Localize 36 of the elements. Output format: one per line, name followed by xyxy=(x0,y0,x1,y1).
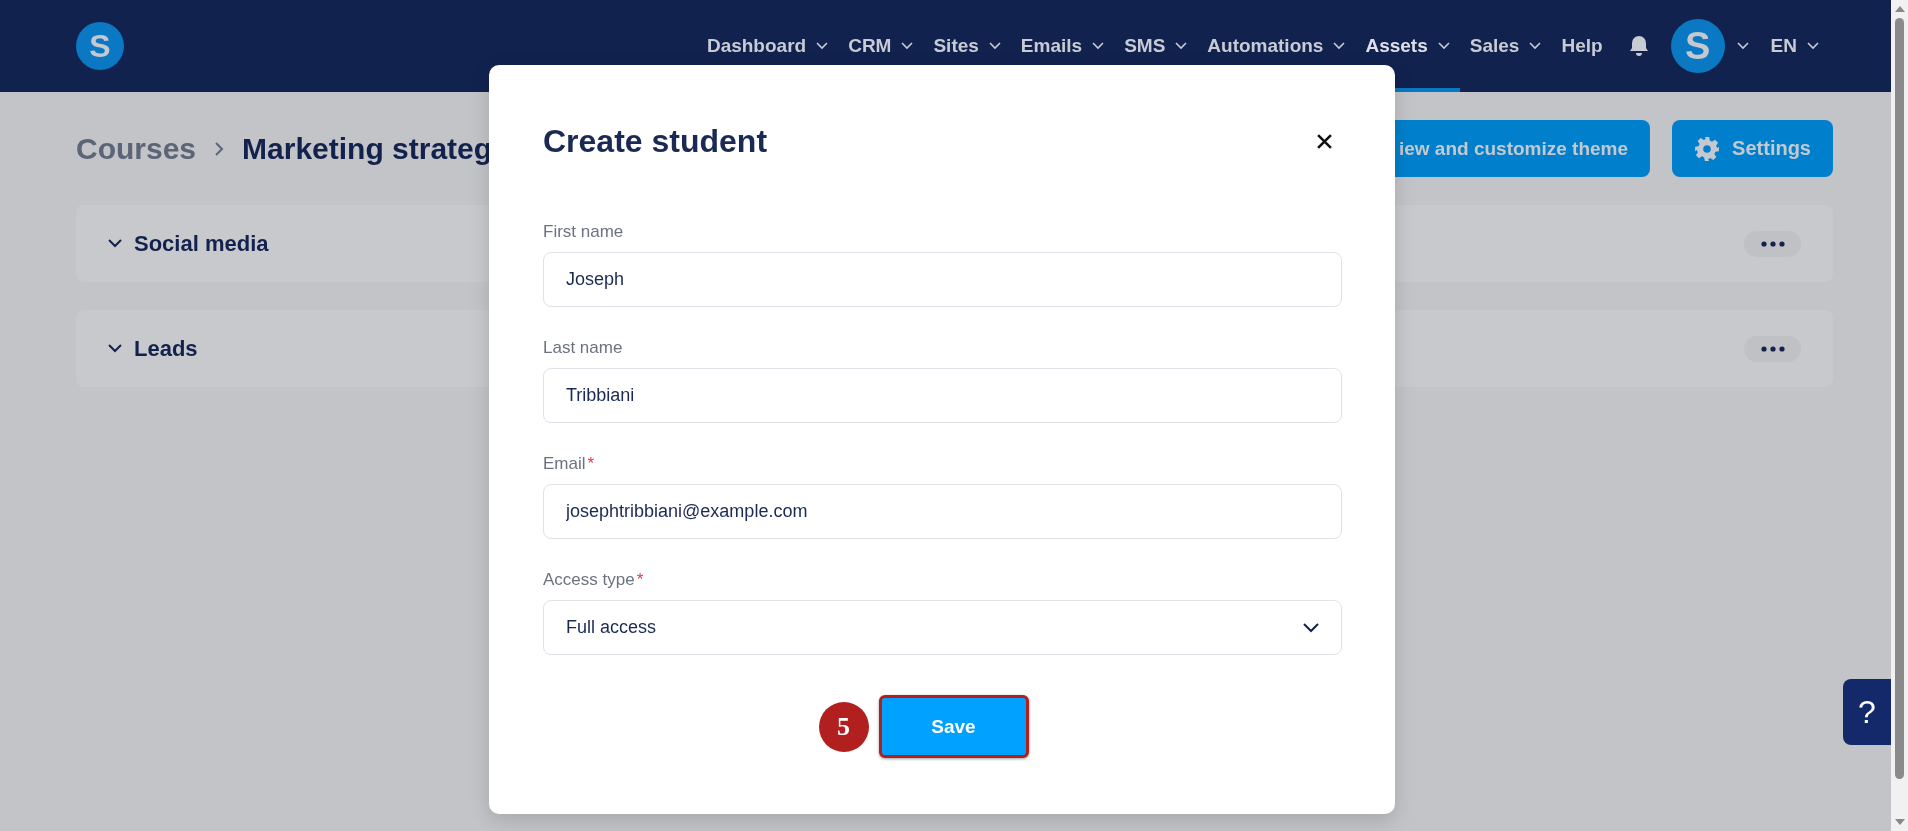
help-button[interactable]: ? xyxy=(1843,679,1891,745)
dialog-title: Create student xyxy=(543,123,768,160)
section-title: Social media xyxy=(134,230,269,257)
section-title: Leads xyxy=(134,335,198,362)
field-label: Access type* xyxy=(543,570,644,590)
more-icon xyxy=(1760,345,1785,352)
close-icon[interactable] xyxy=(1317,134,1332,149)
page-title: Marketing strateg xyxy=(242,131,493,166)
nav-menu-item[interactable]: Automations xyxy=(1197,0,1356,92)
field-label: Email* xyxy=(543,454,595,474)
more-options-button[interactable] xyxy=(1744,230,1801,257)
language-selector[interactable]: EN xyxy=(1760,0,1829,92)
nav-menu-item[interactable]: Sales xyxy=(1459,0,1552,92)
input-field[interactable]: Tribbiani xyxy=(543,368,1342,423)
nav-menu-item[interactable]: Help xyxy=(1551,0,1613,92)
nav-menu-item[interactable]: Dashboard xyxy=(696,0,839,92)
step-badge: 5 xyxy=(818,701,869,752)
chevron-down-icon xyxy=(1807,42,1819,50)
nav-menu-item[interactable]: Emails xyxy=(1010,0,1115,92)
input-field[interactable]: josephtribbiani@example.com xyxy=(543,484,1342,539)
chevron-down-icon[interactable] xyxy=(108,239,122,248)
more-options-button[interactable] xyxy=(1744,335,1801,362)
field-label: First name xyxy=(543,222,624,242)
dropdown-field[interactable]: Full access xyxy=(543,600,1342,655)
chevron-down-icon[interactable] xyxy=(108,344,122,353)
input-field[interactable]: Joseph xyxy=(543,252,1342,307)
nav-menu-item[interactable]: SMS xyxy=(1114,0,1198,92)
settings-icon xyxy=(1694,135,1721,162)
chevron-down-icon xyxy=(1303,622,1319,633)
nav-menu-item[interactable]: CRM xyxy=(838,0,924,92)
field-label: Last name xyxy=(543,338,623,358)
nav-menu-item[interactable]: Sites xyxy=(923,0,1011,92)
chevron-right-icon xyxy=(214,140,225,157)
more-icon xyxy=(1760,240,1785,247)
scroll-down-icon[interactable] xyxy=(1894,819,1905,825)
scroll-up-icon[interactable] xyxy=(1894,6,1905,12)
